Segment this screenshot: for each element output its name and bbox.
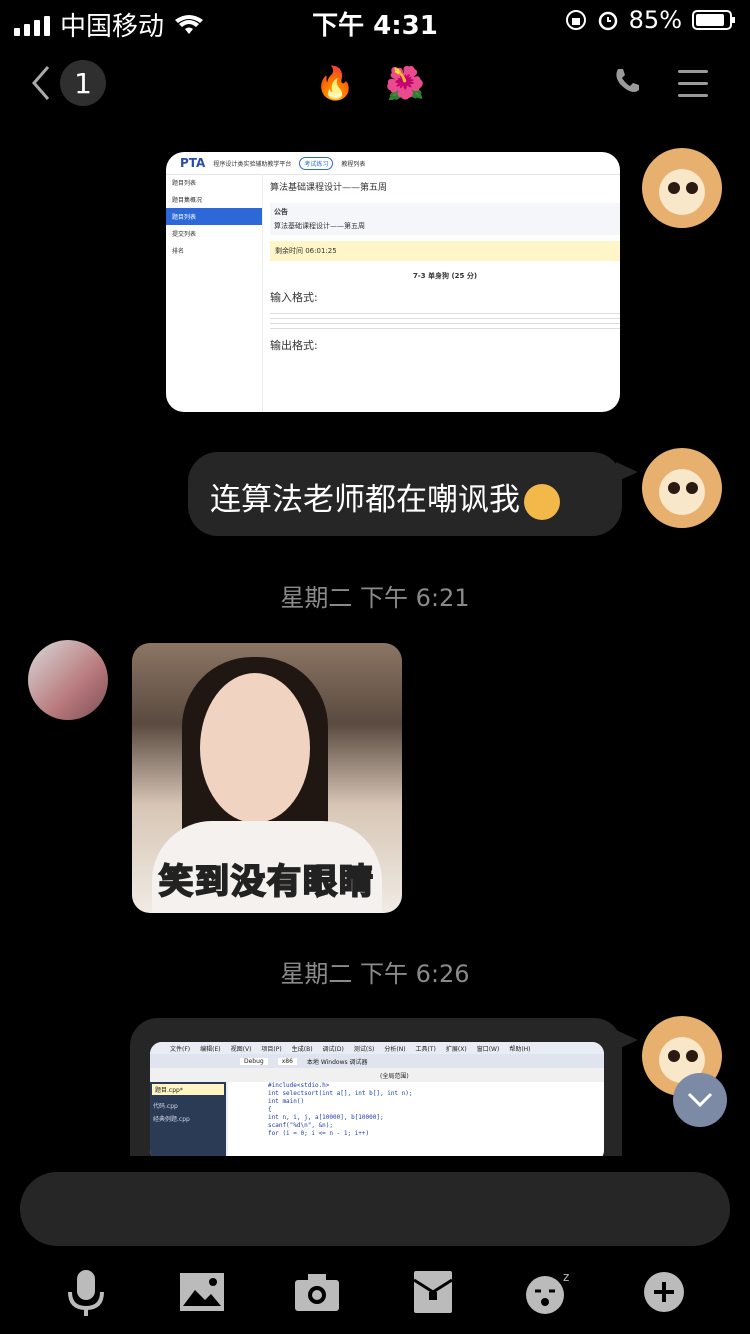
status-bar: 中国移动 下午 4:31 85%	[0, 0, 750, 42]
code-line: int main()	[268, 1098, 305, 1105]
vs-toolbar: Debug x86 本地 Windows 调试器	[150, 1054, 604, 1068]
pta-tab-exam: 考试练习	[299, 156, 334, 170]
svg-text:z: z	[563, 1270, 569, 1284]
red-packet-icon	[413, 1271, 453, 1313]
pta-side-item: 题目列表	[166, 208, 262, 225]
vs-screenshot: 文件(F) 编辑(E) 视图(V) 项目(P) 生成(B) 调试(D) 测试(S…	[150, 1042, 604, 1156]
vs-menu-item: 调试(D)	[322, 1045, 344, 1053]
vs-scope: (全局范围)	[380, 1072, 409, 1080]
vs-file: 经典例题.cpp	[153, 1116, 190, 1123]
message-text: 连算法老师都在嘲讽我	[210, 482, 520, 518]
bubble-tail	[616, 1030, 638, 1050]
vs-platform: x86	[277, 1057, 297, 1065]
message-bubble-text[interactable]: 连算法老师都在嘲讽我	[188, 452, 622, 536]
vs-menu-item: 分析(N)	[384, 1045, 406, 1053]
bottom-toolbar: z	[0, 1262, 750, 1322]
vs-menu-item: 生成(B)	[291, 1045, 313, 1053]
pta-side-item: 题目集概况	[172, 197, 203, 204]
image-button[interactable]	[172, 1262, 232, 1322]
pta-problem-title: 7-3 单身狗 (25 分)	[412, 272, 478, 280]
code-line: scanf("%d\n", &n);	[268, 1122, 334, 1129]
camera-button[interactable]	[287, 1262, 347, 1322]
image-icon	[180, 1273, 224, 1311]
alarm-icon	[598, 11, 617, 31]
pta-sidebar: 题目列表 题目集概况 题目列表 提交列表 排名	[166, 174, 263, 412]
message-input[interactable]	[20, 1172, 730, 1246]
pta-platform: 程序设计类实验辅助教学平台	[213, 160, 292, 168]
my-avatar[interactable]	[642, 448, 722, 528]
code-line: #include<stdio.h>	[268, 1082, 330, 1089]
vs-menu: 文件(F) 编辑(E) 视图(V) 项目(P) 生成(B) 调试(D) 测试(S…	[150, 1042, 604, 1054]
meme-caption: 笑到没有眼睛	[158, 861, 375, 903]
mic-icon	[68, 1270, 104, 1316]
pta-topbar: PTA 程序设计类实验辅助教学平台 考试练习 教程列表	[166, 152, 620, 175]
bubble-tail	[616, 462, 638, 482]
scroll-to-bottom-button[interactable]	[673, 1073, 727, 1127]
vs-menu-item: 扩展(X)	[445, 1045, 467, 1053]
red-packet-button[interactable]	[403, 1262, 463, 1322]
pta-text-lines	[270, 309, 620, 329]
camera-icon	[295, 1274, 339, 1311]
pta-logo: PTA	[180, 156, 206, 170]
menu-button[interactable]	[678, 70, 708, 106]
pta-side-item: 提交列表	[172, 231, 197, 238]
laughing-face-icon	[524, 483, 560, 520]
pta-main: 算法基础课程设计——第五周 公告 算法基础课程设计——第五周 剩余时间 06:0…	[270, 180, 620, 357]
pta-screenshot-image[interactable]: PTA 程序设计类实验辅助教学平台 考试练习 教程列表 题目列表 题目集概况 题…	[166, 152, 620, 412]
pta-input-heading: 输入格式:	[270, 291, 318, 304]
pta-tab-tutorial: 教程列表	[341, 160, 366, 168]
code-screenshot-bubble[interactable]: 文件(F) 编辑(E) 视图(V) 项目(P) 生成(B) 调试(D) 测试(S…	[130, 1018, 622, 1156]
emoji-button[interactable]: z	[518, 1262, 578, 1322]
vs-run: 本地 Windows 调试器	[306, 1058, 368, 1066]
vs-menu-item: 工具(T)	[415, 1045, 436, 1053]
timestamp: 星期二 下午 6:26	[280, 960, 470, 988]
pta-side-item: 题目列表	[172, 180, 197, 187]
code-line: int n, i, j, a[10000], b[10000];	[268, 1114, 384, 1121]
pta-notice-text: 算法基础课程设计——第五周	[274, 222, 365, 230]
vs-menu-item: 帮助(H)	[509, 1045, 531, 1053]
emoji-icon: z	[526, 1270, 569, 1314]
code-line: {	[268, 1106, 272, 1113]
vs-menu-item: 视图(V)	[230, 1045, 252, 1053]
code-line: int selectsort(int a[], int b[], int n);	[268, 1090, 413, 1097]
pta-remaining-time: 剩余时间 06:01:25	[270, 241, 620, 261]
chat-header: 1 🔥 🌺	[0, 50, 750, 120]
vs-file: 代码.cpp	[153, 1103, 178, 1110]
vs-debug: Debug	[240, 1057, 268, 1065]
pta-side-item: 排名	[172, 248, 185, 255]
phone-icon	[616, 69, 639, 92]
vs-editor: #include<stdio.h> int selectsort(int a[]…	[228, 1082, 604, 1156]
rotation-lock-icon	[565, 10, 586, 30]
pta-course: 算法基础课程设计——第五周	[270, 183, 388, 193]
code-line: for (i = 0; i <= n - 1; i++)	[268, 1130, 370, 1137]
chevron-down-icon	[687, 1092, 713, 1108]
voice-button[interactable]	[56, 1262, 116, 1322]
vs-menu-item: 测试(S)	[353, 1045, 375, 1053]
timestamp: 星期二 下午 6:21	[280, 584, 470, 612]
vs-menu-item: 编辑(E)	[200, 1045, 221, 1053]
my-avatar[interactable]	[642, 148, 722, 228]
vs-menu-item: 文件(F)	[170, 1045, 191, 1053]
battery-icon	[692, 10, 735, 30]
phone-button[interactable]	[612, 66, 642, 100]
meme-photo[interactable]: 笑到没有眼睛	[132, 643, 402, 913]
vs-solution-explorer: 题目.cpp* 代码.cpp 经典例题.cpp	[150, 1082, 226, 1156]
battery-percent: 85%	[628, 6, 682, 34]
pta-output-heading: 输出格式:	[270, 339, 318, 352]
pta-notice: 公告	[274, 208, 288, 216]
vs-file-tab: 题目.cpp*	[152, 1084, 224, 1095]
more-button[interactable]	[634, 1262, 694, 1322]
friend-avatar[interactable]	[28, 640, 108, 720]
plus-icon	[644, 1272, 684, 1312]
vs-menu-item: 项目(P)	[261, 1045, 282, 1053]
vs-menu-item: 窗口(W)	[476, 1045, 500, 1053]
